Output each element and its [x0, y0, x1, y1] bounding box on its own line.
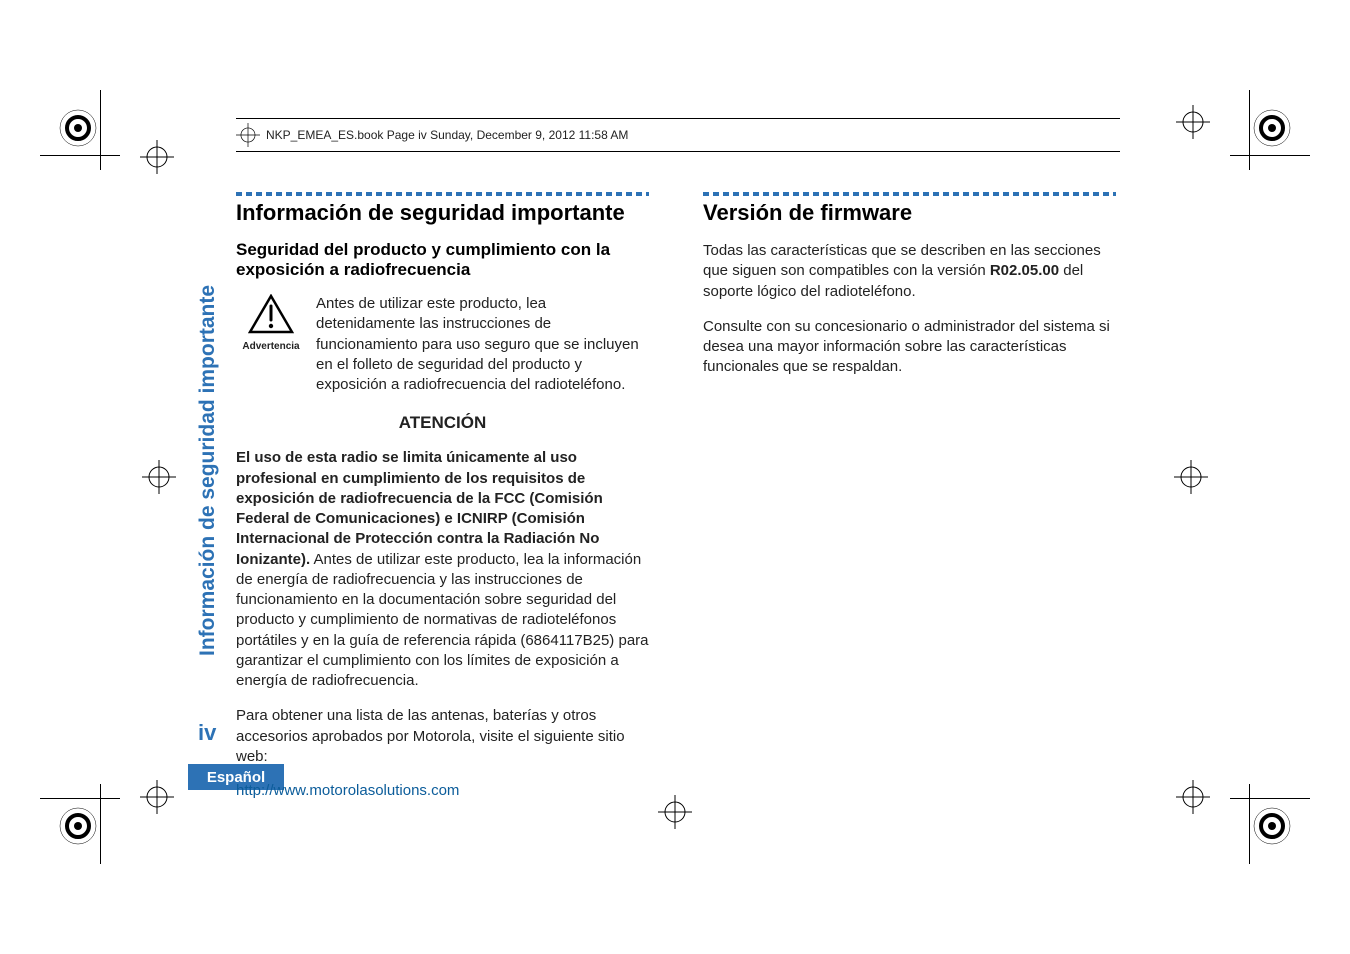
crop-line [1230, 155, 1310, 156]
registration-mark-icon [1174, 460, 1208, 494]
crop-line [40, 155, 120, 156]
section-title-safety: Información de seguridad importante [236, 200, 649, 226]
right-column: Versión de firmware Todas las caracterís… [703, 192, 1116, 800]
warning-block: Advertencia Antes de utilizar este produ… [236, 294, 649, 395]
attention-paragraph: El uso de esta radio se limita únicament… [236, 448, 649, 691]
fw-version: R02.05.00 [990, 262, 1059, 279]
registration-mark-icon [140, 140, 174, 174]
attention-heading: ATENCIÓN [236, 413, 649, 433]
subhead-rf: Seguridad del producto y cumplimiento co… [236, 240, 649, 280]
corner-mark-icon [1252, 806, 1292, 846]
firmware-paragraph-2: Consulte con su concesionario o administ… [703, 317, 1116, 378]
registration-mark-icon [1176, 105, 1210, 139]
section-title-firmware: Versión de firmware [703, 200, 1116, 226]
side-tab-label: Información de seguridad importante [196, 276, 220, 656]
motorola-link[interactable]: http://www.motorolasolutions.com [236, 782, 459, 799]
crop-line [100, 90, 101, 170]
crop-line [1230, 798, 1310, 799]
registration-mark-icon [236, 123, 260, 147]
warning-label: Advertencia [236, 341, 306, 352]
content-columns: Información de seguridad importante Segu… [236, 192, 1116, 800]
crop-line [100, 784, 101, 864]
firmware-paragraph-1: Todas las características que se describ… [703, 241, 1116, 302]
left-column: Información de seguridad importante Segu… [236, 192, 649, 800]
attention-rest: Antes de utilizar este producto, lea la … [236, 551, 649, 690]
page-number: iv [198, 720, 216, 746]
crop-line [1249, 784, 1250, 864]
page: NKP_EMEA_ES.book Page iv Sunday, Decembe… [0, 0, 1350, 954]
section-rule [236, 192, 649, 196]
crop-line [1249, 90, 1250, 170]
corner-mark-icon [58, 806, 98, 846]
corner-mark-icon [1252, 108, 1292, 148]
crop-line [40, 798, 120, 799]
registration-mark-icon [140, 780, 174, 814]
registration-mark-icon [142, 460, 176, 494]
warning-text: Antes de utilizar este producto, lea det… [316, 294, 649, 395]
section-rule [703, 192, 1116, 196]
header-text: NKP_EMEA_ES.book Page iv Sunday, Decembe… [266, 128, 628, 142]
warning-triangle-icon [248, 321, 294, 338]
page-header: NKP_EMEA_ES.book Page iv Sunday, Decembe… [236, 118, 1120, 152]
registration-mark-icon [1176, 780, 1210, 814]
corner-mark-icon [58, 108, 98, 148]
registration-mark-icon [658, 795, 692, 829]
warning-icon-wrap: Advertencia [236, 294, 306, 352]
side-tab: Información de seguridad importante [196, 276, 228, 656]
accessories-paragraph: Para obtener una lista de las antenas, b… [236, 706, 649, 767]
